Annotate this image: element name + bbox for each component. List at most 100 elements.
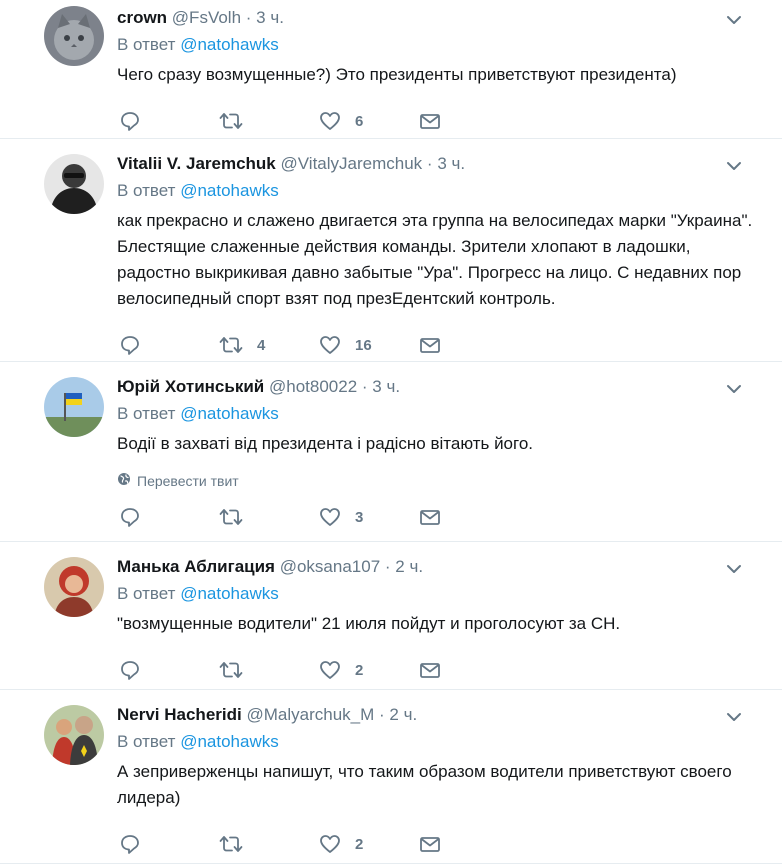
chevron-down-icon[interactable] bbox=[726, 12, 742, 28]
tweet-actions: 6 bbox=[119, 110, 762, 132]
like-count: 2 bbox=[355, 661, 364, 679]
reply-button[interactable] bbox=[119, 110, 219, 132]
like-button[interactable]: 2 bbox=[319, 833, 419, 855]
reply-prefix: В ответ bbox=[117, 181, 176, 200]
reply-button[interactable] bbox=[119, 334, 219, 356]
envelope-icon bbox=[419, 659, 441, 681]
timestamp[interactable]: 3 ч. bbox=[372, 377, 400, 396]
tweet-actions: 2 bbox=[119, 659, 762, 681]
tweet-text: А зеприверженцы напишут, что таким образ… bbox=[117, 762, 732, 807]
like-button[interactable]: 16 bbox=[319, 334, 419, 356]
retweet-icon bbox=[219, 833, 243, 855]
tweet-actions: 3 bbox=[119, 506, 762, 528]
retweet-icon bbox=[219, 659, 243, 681]
avatar[interactable] bbox=[44, 154, 104, 214]
avatar[interactable] bbox=[44, 705, 104, 765]
tweet-actions: 4 16 bbox=[119, 334, 762, 356]
direct-message-button[interactable] bbox=[419, 659, 519, 681]
envelope-icon bbox=[419, 334, 441, 356]
reply-context: В ответ @natohawks bbox=[117, 180, 762, 202]
tweet-header: Манька Аблигация @oksana107 · 2 ч. bbox=[117, 556, 762, 578]
chevron-down-icon[interactable] bbox=[726, 561, 742, 577]
tweet[interactable]: crown @FsVolh · 3 ч. В ответ @natohawks … bbox=[0, 0, 782, 139]
mention-link[interactable]: @natohawks bbox=[180, 35, 279, 54]
user-name[interactable]: Nervi Hacheridi bbox=[117, 705, 242, 724]
chevron-down-icon[interactable] bbox=[726, 158, 742, 174]
timestamp[interactable]: 3 ч. bbox=[256, 8, 284, 27]
globe-icon bbox=[117, 472, 137, 489]
like-button[interactable]: 3 bbox=[319, 506, 419, 528]
timestamp[interactable]: 2 ч. bbox=[389, 705, 417, 724]
retweet-button[interactable] bbox=[219, 506, 319, 528]
like-button[interactable]: 2 bbox=[319, 659, 419, 681]
user-name[interactable]: crown bbox=[117, 8, 167, 27]
user-handle[interactable]: @Malyarchuk_M bbox=[246, 705, 374, 724]
tweet-header: Nervi Hacheridi @Malyarchuk_M · 2 ч. bbox=[117, 704, 762, 726]
heart-icon bbox=[319, 334, 341, 356]
reply-prefix: В ответ bbox=[117, 404, 176, 423]
avatar[interactable] bbox=[44, 557, 104, 617]
mention-link[interactable]: @natohawks bbox=[180, 181, 279, 200]
tweet[interactable]: Манька Аблигация @oksana107 · 2 ч. В отв… bbox=[0, 542, 782, 690]
reply-context: В ответ @natohawks bbox=[117, 34, 762, 56]
reply-button[interactable] bbox=[119, 506, 219, 528]
retweet-button[interactable] bbox=[219, 833, 319, 855]
envelope-icon bbox=[419, 110, 441, 132]
direct-message-button[interactable] bbox=[419, 334, 519, 356]
avatar[interactable] bbox=[44, 6, 104, 66]
tweet[interactable]: Nervi Hacheridi @Malyarchuk_M · 2 ч. В о… bbox=[0, 690, 782, 864]
timestamp[interactable]: 2 ч. bbox=[395, 557, 423, 576]
tweet-text: Водії в захваті від президента і радісно… bbox=[117, 434, 534, 453]
reply-button[interactable] bbox=[119, 659, 219, 681]
user-name[interactable]: Vitalii V. Jaremchuk bbox=[117, 154, 276, 173]
retweet-count: 4 bbox=[257, 336, 266, 354]
reply-context: В ответ @natohawks bbox=[117, 403, 762, 425]
reply-button[interactable] bbox=[119, 833, 219, 855]
tweet-header: Юрій Хотинський @hot80022 · 3 ч. bbox=[117, 376, 762, 398]
tweet-header: Vitalii V. Jaremchuk @VitalyJaremchuk · … bbox=[117, 153, 762, 175]
timestamp[interactable]: 3 ч. bbox=[437, 154, 465, 173]
mention-link[interactable]: @natohawks bbox=[180, 732, 279, 751]
mention-link[interactable]: @natohawks bbox=[180, 404, 279, 423]
chevron-down-icon[interactable] bbox=[726, 709, 742, 725]
direct-message-button[interactable] bbox=[419, 506, 519, 528]
user-name[interactable]: Юрій Хотинський bbox=[117, 377, 264, 396]
user-handle[interactable]: @hot80022 bbox=[269, 377, 357, 396]
retweet-button[interactable] bbox=[219, 110, 319, 132]
reply-context: В ответ @natohawks bbox=[117, 583, 762, 605]
tweet-text: Чего сразу возмущенные?) Это президенты … bbox=[117, 65, 677, 84]
tweet-actions: 2 bbox=[119, 833, 762, 855]
envelope-icon bbox=[419, 833, 441, 855]
tweet[interactable]: Vitalii V. Jaremchuk @VitalyJaremchuk · … bbox=[0, 139, 782, 362]
reply-icon bbox=[119, 334, 141, 356]
translate-tweet-link[interactable]: Перевести твит bbox=[117, 472, 762, 489]
separator-dot: · bbox=[361, 377, 368, 396]
retweet-button[interactable] bbox=[219, 659, 319, 681]
retweet-icon bbox=[219, 334, 243, 356]
tweet-text: как прекрасно и слажено двигается эта гр… bbox=[117, 211, 753, 308]
user-handle[interactable]: @VitalyJaremchuk bbox=[281, 154, 423, 173]
separator-dot: · bbox=[426, 154, 433, 173]
user-name[interactable]: Манька Аблигация bbox=[117, 557, 275, 576]
direct-message-button[interactable] bbox=[419, 110, 519, 132]
like-count: 6 bbox=[355, 112, 364, 130]
direct-message-button[interactable] bbox=[419, 833, 519, 855]
user-handle[interactable]: @oksana107 bbox=[280, 557, 380, 576]
reply-timeline: crown @FsVolh · 3 ч. В ответ @natohawks … bbox=[0, 0, 782, 864]
reply-prefix: В ответ bbox=[117, 35, 176, 54]
tweet-text: "возмущенные водители" 21 июля пойдут и … bbox=[117, 614, 621, 633]
retweet-button[interactable]: 4 bbox=[219, 334, 319, 356]
mention-link[interactable]: @natohawks bbox=[180, 584, 279, 603]
heart-icon bbox=[319, 110, 341, 132]
avatar[interactable] bbox=[44, 377, 104, 437]
like-button[interactable]: 6 bbox=[319, 110, 419, 132]
separator-dot: · bbox=[379, 705, 385, 724]
tweet[interactable]: Юрій Хотинський @hot80022 · 3 ч. В ответ… bbox=[0, 362, 782, 542]
reply-icon bbox=[119, 110, 141, 132]
user-handle[interactable]: @FsVolh bbox=[172, 8, 241, 27]
chevron-down-icon[interactable] bbox=[726, 381, 742, 397]
heart-icon bbox=[319, 506, 341, 528]
reply-icon bbox=[119, 833, 141, 855]
reply-icon bbox=[119, 506, 141, 528]
reply-prefix: В ответ bbox=[117, 584, 176, 603]
